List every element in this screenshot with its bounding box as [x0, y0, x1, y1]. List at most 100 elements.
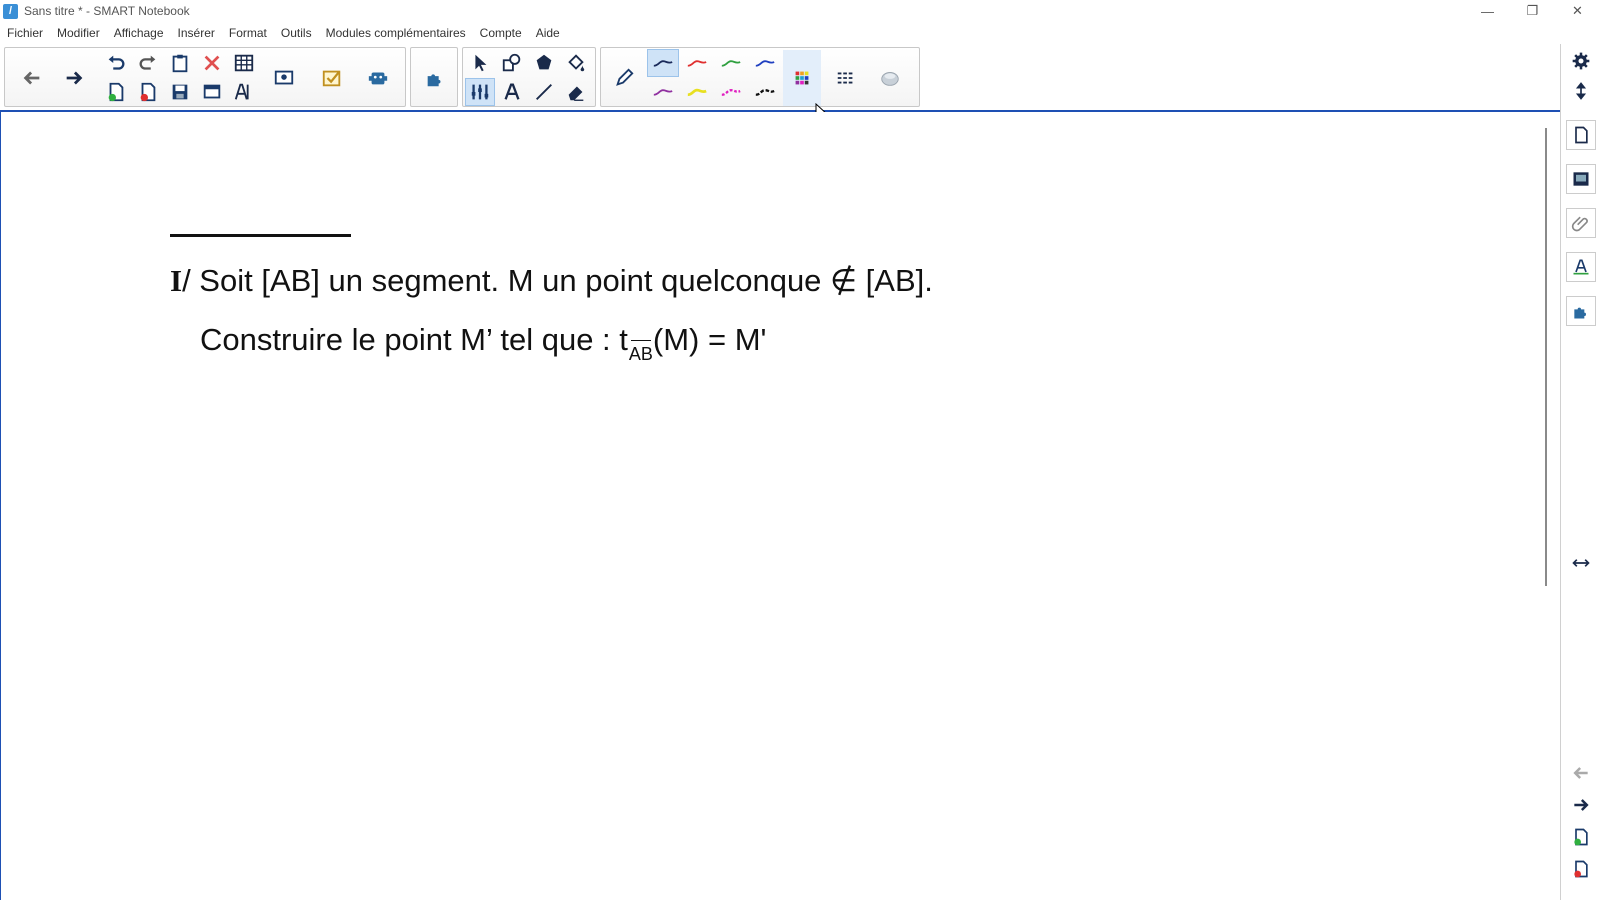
document-camera-button[interactable] [267, 50, 301, 106]
menu-modifier[interactable]: Modifier [50, 22, 107, 44]
text-format-button[interactable] [229, 78, 259, 106]
line-properties-icon [837, 72, 855, 84]
pen-style-dashed-black [755, 89, 775, 96]
new-page-button[interactable] [101, 78, 131, 106]
redo-icon [139, 55, 156, 70]
table-icon [234, 54, 254, 72]
redo-button[interactable] [133, 49, 163, 77]
pen-style-7-button[interactable] [715, 78, 747, 106]
pen-style-magenta [721, 89, 741, 96]
properties-icon [1573, 259, 1589, 275]
exercise-statement-line1[interactable]: I/ Soit [AB] un segment. M un point quel… [170, 263, 933, 299]
pen-style-4-button[interactable] [749, 49, 781, 77]
undo-button[interactable] [101, 49, 131, 77]
3d-object-button[interactable] [871, 50, 909, 106]
settings-button[interactable] [1566, 46, 1596, 76]
measure-tools-button[interactable] [465, 78, 495, 106]
menu-inserer[interactable]: Insérer [171, 22, 222, 44]
menu-compte[interactable]: Compte [473, 22, 529, 44]
attachments-icon [1571, 216, 1588, 232]
line-properties-button[interactable] [827, 50, 865, 106]
page-sorter-icon [1575, 126, 1588, 144]
scrollbar-thumb[interactable] [1545, 128, 1547, 586]
response-check-icon [322, 70, 341, 87]
gallery-tab[interactable] [1566, 164, 1596, 194]
menu-modules[interactable]: Modules complémentaires [319, 22, 473, 44]
title-underline [170, 234, 351, 237]
right-sidebar [1560, 44, 1600, 900]
3d-object-icon [881, 72, 899, 86]
close-button[interactable]: ✕ [1555, 0, 1600, 22]
menu-format[interactable]: Format [222, 22, 274, 44]
attachments-tab[interactable] [1566, 208, 1596, 238]
main-toolbar [0, 44, 1600, 112]
color-palette-icon [795, 71, 809, 85]
resize-sidebar-icon [1572, 559, 1590, 567]
pen-style-1-button[interactable] [647, 49, 679, 77]
shapes-icon [502, 53, 521, 72]
next-page-button[interactable] [1566, 790, 1596, 820]
whiteboard-canvas[interactable] [0, 112, 1548, 900]
back-button[interactable] [13, 50, 51, 106]
pen-style-2-button[interactable] [681, 49, 713, 77]
window-controls: — ❐ ✕ [1465, 0, 1600, 22]
screen-shade-icon [203, 84, 221, 99]
settings-gear-icon [1572, 52, 1590, 70]
menu-aide[interactable]: Aide [529, 22, 567, 44]
exercise-number: I [170, 263, 183, 298]
pen-icon [616, 68, 634, 86]
line-tool-button[interactable] [529, 78, 559, 106]
screen-shade-button[interactable] [197, 78, 227, 106]
back-arrow-icon [23, 71, 40, 85]
restore-button[interactable]: ❐ [1510, 0, 1555, 22]
title-bar: / Sans titre * - SMART Notebook — ❐ ✕ [0, 0, 1600, 22]
previous-page-button[interactable] [1566, 758, 1596, 788]
toolbar-group-pens [600, 47, 920, 107]
shapes-tool-button[interactable] [497, 49, 527, 77]
toolbar-group-addons [410, 47, 458, 107]
addons-icon [1574, 307, 1586, 319]
exercise-statement-line2[interactable]: Construire le point M’ tel que : tAB(M) … [200, 322, 767, 364]
color-palette-button[interactable] [783, 50, 821, 106]
move-toolbar-button[interactable] [1566, 76, 1596, 106]
forward-arrow-icon [66, 71, 83, 85]
pen-tool-button[interactable] [607, 50, 641, 106]
menu-outils[interactable]: Outils [274, 22, 319, 44]
pen-style-3-button[interactable] [715, 49, 747, 77]
move-toolbar-icon [1575, 82, 1587, 100]
pen-style-purple [653, 89, 673, 96]
menu-affichage[interactable]: Affichage [107, 22, 171, 44]
delete-page-button[interactable] [133, 78, 163, 106]
resize-sidebar-button[interactable] [1566, 548, 1596, 578]
table-button[interactable] [229, 49, 259, 77]
forward-button[interactable] [55, 50, 93, 106]
select-pointer-icon [475, 54, 487, 72]
pen-style-8-button[interactable] [749, 78, 781, 106]
eraser-tool-button[interactable] [561, 78, 591, 106]
addons-button[interactable] [416, 50, 454, 106]
addons-tab[interactable] [1566, 296, 1596, 326]
properties-tab[interactable] [1566, 252, 1596, 282]
smart-notebook-app-icon: / [3, 3, 18, 19]
sidebar-delete-page-button[interactable] [1566, 854, 1596, 884]
measure-tools-icon [471, 84, 489, 100]
window-title: Sans titre * - SMART Notebook [24, 4, 190, 18]
fill-tool-button[interactable] [561, 49, 591, 77]
save-button[interactable] [165, 78, 195, 106]
add-page-icon [1574, 828, 1588, 846]
pen-style-6-button[interactable] [681, 78, 713, 106]
add-page-button[interactable] [1566, 822, 1596, 852]
select-tool-button[interactable] [465, 49, 495, 77]
delete-icon [204, 55, 220, 71]
menu-fichier[interactable]: Fichier [0, 22, 50, 44]
activity-builder-button[interactable] [361, 50, 395, 106]
text-tool-button[interactable] [497, 78, 527, 106]
pen-style-5-button[interactable] [647, 78, 679, 106]
delete-button[interactable] [197, 49, 227, 77]
paste-button[interactable] [165, 49, 195, 77]
response-button[interactable] [315, 50, 349, 106]
page-sorter-tab[interactable] [1566, 120, 1596, 150]
translation-equation: (M) = M' [652, 322, 767, 357]
polygon-tool-button[interactable] [529, 49, 559, 77]
minimize-button[interactable]: — [1465, 0, 1510, 22]
